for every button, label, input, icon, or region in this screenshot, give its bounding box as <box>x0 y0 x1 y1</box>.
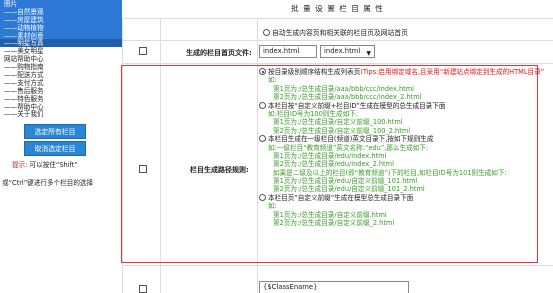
radio-icon[interactable] <box>259 135 266 143</box>
select-all-button[interactable]: 选定所有栏目 <box>24 124 86 139</box>
category-list-item[interactable]: ——关于我们 <box>0 110 122 118</box>
tip-prefix: 提示: <box>12 161 28 169</box>
left-panel: 图片 ——自然景观 ——房屋建筑 ——动物植物 ——素材创意 ——明星写真 ——美女明星 网站… <box>0 0 122 293</box>
radio-icon[interactable] <box>263 29 270 36</box>
category-list-item[interactable]: ——特色服务 <box>0 95 122 103</box>
option-label: 本栏目生成在一级栏目(频道)英文目录下,按如下规则生成 <box>268 135 434 144</box>
divider <box>122 18 553 19</box>
divider <box>122 40 553 41</box>
selection-tip: 提示: 可以按住“Shift” <box>12 159 78 169</box>
category-list-item[interactable]: ——支付方式 <box>0 79 122 87</box>
example-line: 如: <box>268 76 277 85</box>
index-file-label: 生成的栏目首页文件: <box>186 49 252 57</box>
path-option-4[interactable]: 本栏目页“自定义前缀”生成在模型总生成目录下面 <box>259 193 553 202</box>
index-file-select-value: index.html <box>324 47 361 55</box>
option-tip: (Tips:启用绑定域名,且采用“新建站点绑定到生成的HTML目录” <box>360 68 545 76</box>
category-list-item[interactable]: ——配送方式 <box>0 71 122 79</box>
example-line: 第2页为:/总生成目录/aaa/bbb/ccc/index_2.html <box>273 93 422 102</box>
category-list-item[interactable]: 图片 <box>0 0 122 8</box>
example-line: 第2页为:/总生成目录/自定义前缀_2.html <box>273 219 395 228</box>
option-label: 按目录级别顺序结构生成列表页 <box>268 68 361 76</box>
category-list-item[interactable]: ——房屋建筑 <box>0 15 122 24</box>
auto-generate-label: 自动生成内容页和相关联的栏目页及网站首页 <box>272 29 408 37</box>
index-file-checkbox[interactable] <box>139 47 147 55</box>
tip-line1: 可以按住“Shift” <box>29 161 78 169</box>
auto-generate-option[interactable]: 自动生成内容页和相关联的栏目页及网站首页 <box>263 27 408 37</box>
example-line: 第2页为:/总生成目录/自定义前缀_100_2.html <box>273 126 411 135</box>
index-file-input[interactable]: index.html <box>259 45 317 58</box>
divider <box>122 63 553 64</box>
category-listbox[interactable]: 图片 ——自然景观 ——房屋建筑 ——动物植物 ——素材创意 ——明星写真 ——美女明星 网站… <box>0 0 122 118</box>
path-rule-checkbox[interactable] <box>139 165 147 173</box>
example-line: 如: <box>268 202 277 211</box>
page-title: 批 量 设 置 栏 目 属 性 <box>291 4 384 13</box>
chevron-down-icon: ▼ <box>366 50 371 57</box>
example-line: 第1页为:/总生成目录/自定义前缀.html <box>273 210 387 219</box>
radio-icon[interactable] <box>259 101 266 109</box>
deselect-all-button[interactable]: 取消选定栏目 <box>24 141 86 156</box>
example-line: 第1页为:/总生成目录/aaa/bbb/ccc/index.html <box>273 84 414 93</box>
path-rule-options: 按目录级别顺序结构生成列表页(Tips:启用绑定域名,且采用“新建站点绑定到生成… <box>259 68 553 227</box>
index-file-select[interactable]: index.html ▼ <box>320 45 375 58</box>
category-list-item[interactable]: ——动物植物 <box>0 23 122 32</box>
path-option-2[interactable]: 本栏目按“自定义前缀+栏目ID”生成在模型的总生成目录下面 <box>259 101 553 110</box>
category-list-item[interactable]: ——售后服务 <box>0 87 122 95</box>
example-line: 如果是二级及以上的栏目(即“教育频道”)下的栏目,如栏目ID号为101则生成如下… <box>273 168 507 177</box>
category-list-item[interactable]: ——自然景观 <box>0 7 122 16</box>
example-line: 第2页为:/总生成目录/edu/index_2.html <box>273 160 394 169</box>
class-ename-input[interactable]: {$ClassEname} <box>259 281 409 293</box>
path-rule-label: 栏目生成路径规则: <box>190 166 249 174</box>
divider <box>122 265 553 266</box>
example-line: 如:一级栏目“教育频道”英文名称:“edu”,那么生成如下: <box>268 143 429 152</box>
option-label: 本栏目按“自定义前缀+栏目ID”生成在模型的总生成目录下面 <box>268 101 446 110</box>
radio-icon[interactable] <box>259 193 266 201</box>
radio-icon[interactable] <box>259 68 266 75</box>
tip-line2: 或“Ctrl”键进行多个栏目的选择 <box>2 179 94 187</box>
category-list-item[interactable]: 网站帮助中心 <box>0 55 122 63</box>
next-row-checkbox[interactable] <box>139 285 147 293</box>
option-label: 本栏目页“自定义前缀”生成在模型总生成目录下面 <box>268 193 414 202</box>
example-line: 第2页为:/总生成目录/edu/自定义前缀_101_2.html <box>273 185 425 194</box>
example-line: 第1页为:/总生成目录/自定义前缀_100.html <box>273 118 403 127</box>
category-list-item[interactable]: ——购物指南 <box>0 63 122 71</box>
path-option-1[interactable]: 按目录级别顺序结构生成列表页(Tips:启用绑定域名,且采用“新建站点绑定到生成… <box>259 68 553 76</box>
path-option-3[interactable]: 本栏目生成在一级栏目(频道)英文目录下,按如下规则生成 <box>259 135 553 143</box>
